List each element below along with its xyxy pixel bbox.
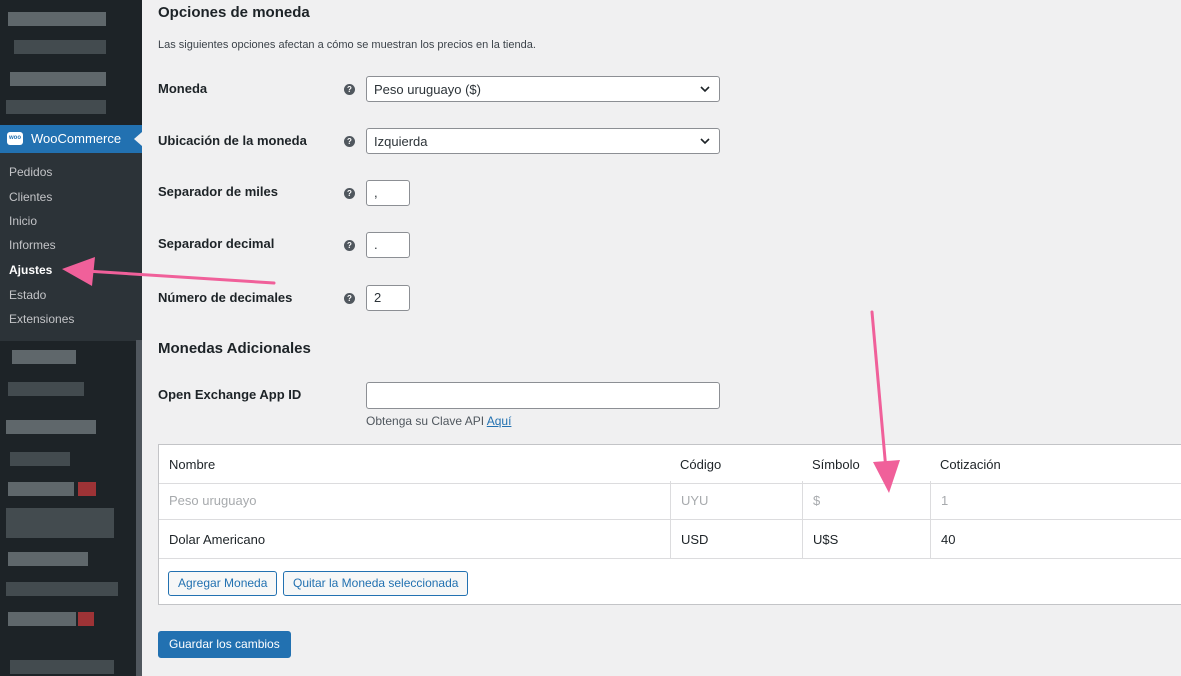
decimal-separator-input[interactable]: . xyxy=(366,232,410,258)
help-icon[interactable]: ? xyxy=(344,188,355,199)
blurred-menu-item xyxy=(8,382,84,396)
blurred-menu-item xyxy=(8,482,74,496)
submenu-item-ajustes[interactable]: Ajustes xyxy=(9,263,52,277)
header-cell-rate: Cotización xyxy=(940,457,1001,472)
app-id-input[interactable] xyxy=(366,382,720,409)
save-changes-button[interactable]: Guardar los cambios xyxy=(158,631,291,658)
currency-label: Moneda xyxy=(158,81,208,96)
help-icon[interactable]: ? xyxy=(344,240,355,251)
blurred-menu-item xyxy=(10,72,106,86)
currencies-table: Nombre Código Símbolo Cotización Peso ur… xyxy=(158,444,1181,605)
cell-name: Peso uruguayo xyxy=(169,493,257,508)
thousand-separator-label: Separador de miles xyxy=(158,184,278,199)
cell-symbol: $ xyxy=(802,481,930,520)
currency-position-select[interactable]: Izquierda xyxy=(366,128,720,154)
blurred-menu-item xyxy=(6,420,96,434)
blurred-badge xyxy=(78,482,96,496)
submenu-item-clientes[interactable]: Clientes xyxy=(9,190,52,204)
submenu-item-pedidos[interactable]: Pedidos xyxy=(9,165,52,179)
blurred-menu-item xyxy=(8,12,106,26)
chevron-down-icon xyxy=(700,86,710,93)
table-header-row: Nombre Código Símbolo Cotización xyxy=(159,445,1181,484)
table-row: Peso uruguayo UYU $ 1 xyxy=(159,481,1181,520)
blurred-menu-item xyxy=(10,660,114,674)
blurred-menu-item xyxy=(14,40,106,54)
submenu-item-extensiones[interactable]: Extensiones xyxy=(9,312,74,326)
submenu-item-estado[interactable]: Estado xyxy=(9,288,46,302)
api-key-link[interactable]: Aquí xyxy=(487,414,512,428)
currency-select-value: Peso uruguayo ($) xyxy=(374,82,481,97)
submenu-item-inicio[interactable]: Inicio xyxy=(9,214,37,228)
currency-select[interactable]: Peso uruguayo ($) xyxy=(366,76,720,102)
table-row[interactable]: Dolar Americano USD U$S 40 xyxy=(159,520,1181,559)
woocommerce-submenu: Pedidos Clientes Inicio Informes Ajustes… xyxy=(0,153,142,341)
num-decimals-input[interactable]: 2 xyxy=(366,285,410,311)
help-icon[interactable]: ? xyxy=(344,136,355,147)
cell-code[interactable]: USD xyxy=(670,520,802,559)
cell-rate: 1 xyxy=(930,481,1181,520)
num-decimals-label: Número de decimales xyxy=(158,290,293,305)
header-cell-name: Nombre xyxy=(169,457,216,472)
blurred-menu-item xyxy=(8,552,88,566)
help-icon[interactable]: ? xyxy=(344,293,355,304)
currency-position-value: Izquierda xyxy=(374,134,428,149)
admin-sidebar: woo WooCommerce Pedidos Clientes Inicio … xyxy=(0,0,142,676)
blurred-menu-item xyxy=(12,350,76,364)
currency-section-description: Las siguientes opciones afectan a cómo s… xyxy=(158,39,536,51)
app-id-label: Open Exchange App ID xyxy=(158,387,302,402)
woocommerce-logo-icon: woo xyxy=(7,132,23,145)
current-menu-indicator xyxy=(134,132,142,146)
api-key-note-text: Obtenga su Clave API xyxy=(366,414,485,428)
sidebar-item-woocommerce[interactable]: woo WooCommerce xyxy=(0,125,142,153)
blurred-menu-item xyxy=(10,452,70,466)
settings-main: Opciones de moneda Las siguientes opcion… xyxy=(142,0,1181,676)
cell-rate[interactable]: 40 xyxy=(930,520,1181,559)
cell-code: UYU xyxy=(670,481,802,520)
blurred-menu-item xyxy=(8,612,76,626)
add-currency-button[interactable]: Agregar Moneda xyxy=(168,571,278,596)
sidebar-item-label: WooCommerce xyxy=(31,131,122,146)
decimal-separator-label: Separador decimal xyxy=(158,236,275,251)
remove-currency-button[interactable]: Quitar la Moneda seleccionada xyxy=(283,571,469,596)
currency-section-title: Opciones de moneda xyxy=(158,4,310,21)
blurred-menu-item xyxy=(6,582,118,596)
help-icon[interactable]: ? xyxy=(344,84,355,95)
thousand-separator-input[interactable]: , xyxy=(366,180,410,206)
header-cell-code: Código xyxy=(680,457,722,472)
api-key-note: Obtenga su Clave API Aquí xyxy=(366,414,511,428)
blurred-badge xyxy=(78,612,94,626)
chevron-down-icon xyxy=(700,138,710,145)
blurred-menu-item xyxy=(6,508,114,538)
currency-position-label: Ubicación de la moneda xyxy=(158,133,307,148)
header-cell-symbol: Símbolo xyxy=(812,457,860,472)
submenu-item-informes[interactable]: Informes xyxy=(9,238,56,252)
additional-currencies-title: Monedas Adicionales xyxy=(158,340,311,357)
blurred-menu-item xyxy=(6,100,106,114)
cell-name[interactable]: Dolar Americano xyxy=(159,520,670,559)
cell-symbol[interactable]: U$S xyxy=(802,520,930,559)
